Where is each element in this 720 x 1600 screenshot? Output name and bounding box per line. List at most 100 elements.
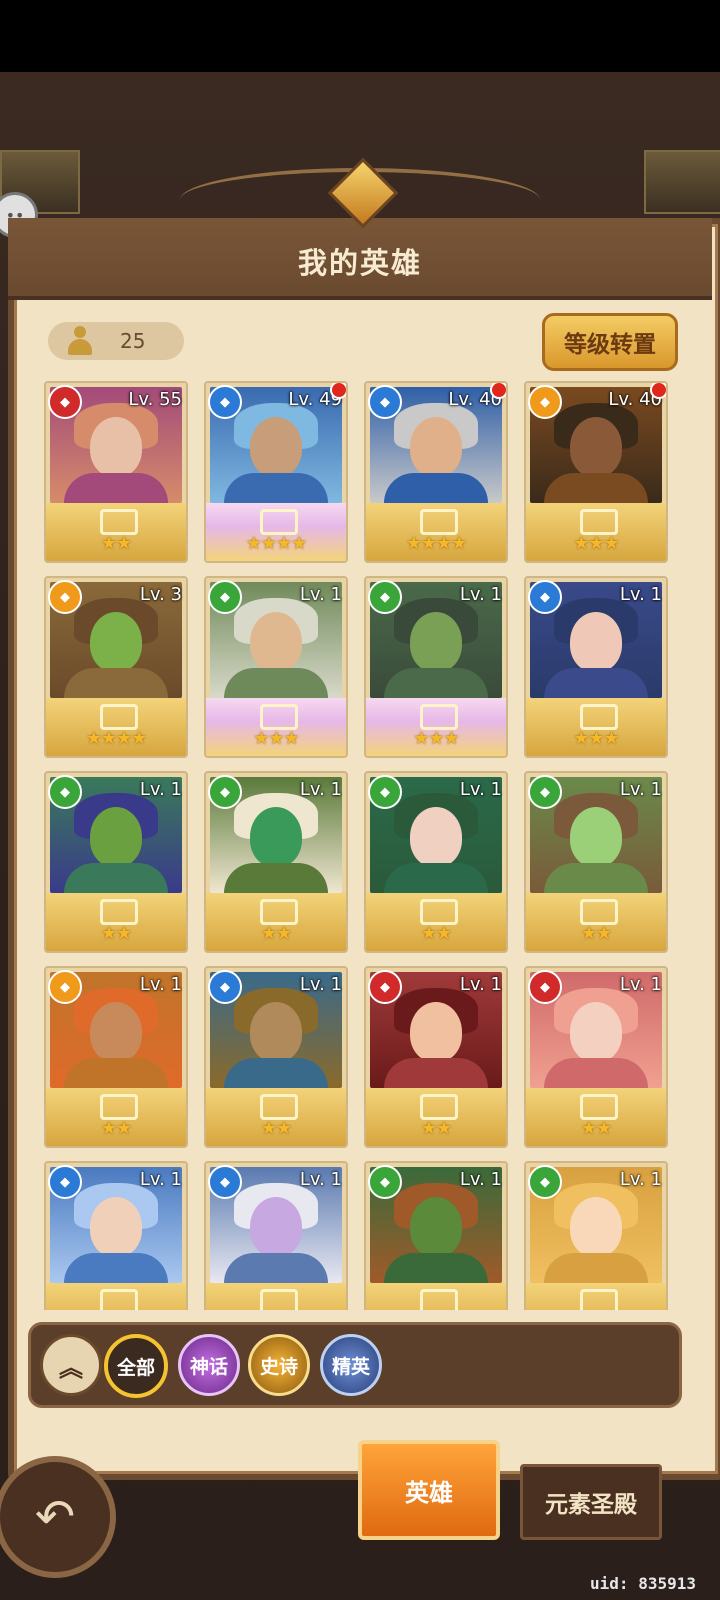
wind-element-icon: ◆ <box>368 1165 402 1199</box>
hero-card[interactable]: ◆ Lv. 1 <box>524 1161 668 1310</box>
rank-emblem-icon <box>100 509 138 535</box>
hero-card[interactable]: ★★ ◆ Lv. 1 <box>524 966 668 1148</box>
hero-count-badge: 25 <box>48 322 184 360</box>
fire-element-icon: ◆ <box>528 970 562 1004</box>
hero-stars: ★★ <box>580 1118 612 1139</box>
rank-emblem-icon <box>100 899 138 925</box>
hero-card[interactable]: ★★ ◆ Lv. 1 <box>204 771 348 953</box>
wind-element-icon: ◆ <box>208 580 242 614</box>
hero-card[interactable]: ★★★ ◆ Lv. 1 <box>524 576 668 758</box>
hero-card[interactable]: ◆ Lv. 1 <box>364 1161 508 1310</box>
rank-emblem-icon <box>420 1289 458 1310</box>
light-element-icon: ◆ <box>48 970 82 1004</box>
hero-card[interactable]: ★★★ ◆ Lv. 40 <box>524 381 668 563</box>
filter-elite-button[interactable]: 精英 <box>320 1334 382 1396</box>
rank-emblem-icon <box>420 1094 458 1120</box>
hero-stars: ★★ <box>580 923 612 944</box>
rank-emblem-icon <box>100 1289 138 1310</box>
rank-emblem-icon <box>420 704 458 730</box>
hero-card[interactable]: ★★ ◆ Lv. 1 <box>204 966 348 1148</box>
hero-stars: ★★ <box>260 923 292 944</box>
rank-emblem-icon <box>100 1094 138 1120</box>
right-pillar-decoration <box>644 150 720 214</box>
rank-emblem-icon <box>260 899 298 925</box>
rank-emblem-icon <box>580 899 618 925</box>
hero-stars: ★★ <box>420 923 452 944</box>
filter-epic-button[interactable]: 史诗 <box>248 1334 310 1396</box>
hero-level: Lv. 1 <box>299 1169 342 1190</box>
hero-card[interactable]: ◆ Lv. 1 <box>204 1161 348 1310</box>
hero-card[interactable]: ★★★★ ◆ Lv. 40 <box>364 381 508 563</box>
hero-stars: ★★★ <box>253 728 299 749</box>
rank-emblem-icon <box>580 1289 618 1310</box>
collapse-icon[interactable]: ︽ <box>40 1334 102 1396</box>
page-title: 我的英雄 <box>297 246 422 280</box>
status-bar <box>0 0 720 72</box>
rank-emblem-icon <box>260 1289 298 1310</box>
hero-stars: ★★★ <box>573 533 619 554</box>
fire-element-icon: ◆ <box>368 970 402 1004</box>
rank-emblem-icon <box>420 509 458 535</box>
hero-stars: ★★ <box>100 923 132 944</box>
user-id-label: uid: 835913 <box>590 1574 696 1593</box>
hero-card[interactable]: ◆ Lv. 1 <box>44 1161 188 1310</box>
light-element-icon: ◆ <box>48 580 82 614</box>
hero-stars: ★★★ <box>573 728 619 749</box>
water-element-icon: ◆ <box>48 1165 82 1199</box>
hero-level: Lv. 1 <box>139 779 182 800</box>
fire-element-icon: ◆ <box>48 385 82 419</box>
hero-card[interactable]: ★★★★ ◆ Lv. 3 <box>44 576 188 758</box>
light-element-icon: ◆ <box>528 385 562 419</box>
rank-emblem-icon <box>100 704 138 730</box>
hero-stars: ★★★★ <box>405 533 468 554</box>
person-icon <box>66 326 94 356</box>
rank-emblem-icon <box>260 1094 298 1120</box>
wind-element-icon: ◆ <box>48 775 82 809</box>
hero-level: Lv. 1 <box>459 779 502 800</box>
hero-level: Lv. 1 <box>619 1169 662 1190</box>
notification-dot <box>650 383 666 399</box>
hero-card[interactable]: ★★★ ◆ Lv. 1 <box>364 576 508 758</box>
hero-level: Lv. 55 <box>128 389 182 410</box>
water-element-icon: ◆ <box>368 385 402 419</box>
level-reset-button[interactable]: 等级转置 <box>542 313 678 371</box>
hero-card[interactable]: ★★ ◆ Lv. 1 <box>44 966 188 1148</box>
hero-card[interactable]: ★★ ◆ Lv. 1 <box>364 966 508 1148</box>
tab-element-temple[interactable]: 元素圣殿 <box>520 1464 662 1540</box>
wind-element-icon: ◆ <box>208 775 242 809</box>
hero-card[interactable]: ★★★ ◆ Lv. 1 <box>204 576 348 758</box>
hero-stars: ★★★★ <box>85 728 148 749</box>
hero-stars: ★★★ <box>413 728 459 749</box>
notification-dot <box>330 383 346 399</box>
hero-level: Lv. 1 <box>619 779 662 800</box>
hero-card[interactable]: ★★ ◆ Lv. 55 <box>44 381 188 563</box>
filter-mythic-button[interactable]: 神话 <box>178 1334 240 1396</box>
water-element-icon: ◆ <box>208 385 242 419</box>
water-element-icon: ◆ <box>208 1165 242 1199</box>
wind-element-icon: ◆ <box>528 775 562 809</box>
hero-card[interactable]: ★★★★ ◆ Lv. 49 <box>204 381 348 563</box>
hero-level: Lv. 1 <box>619 974 662 995</box>
hero-level: Lv. 1 <box>139 974 182 995</box>
hero-level: Lv. 1 <box>459 974 502 995</box>
rank-emblem-icon <box>580 704 618 730</box>
hero-stars: ★★ <box>420 1118 452 1139</box>
hero-level: Lv. 1 <box>299 779 342 800</box>
notification-dot <box>490 383 506 399</box>
water-element-icon: ◆ <box>528 580 562 614</box>
hero-level: Lv. 1 <box>619 584 662 605</box>
rank-emblem-icon <box>420 899 458 925</box>
hero-level: Lv. 1 <box>459 584 502 605</box>
hero-card[interactable]: ★★ ◆ Lv. 1 <box>44 771 188 953</box>
rank-emblem-icon <box>260 509 298 535</box>
filter-all-button[interactable]: 全部 <box>104 1334 168 1398</box>
hero-card[interactable]: ★★ ◆ Lv. 1 <box>364 771 508 953</box>
wind-element-icon: ◆ <box>368 775 402 809</box>
wind-element-icon: ◆ <box>368 580 402 614</box>
water-element-icon: ◆ <box>208 970 242 1004</box>
wind-element-icon: ◆ <box>528 1165 562 1199</box>
hero-card[interactable]: ★★ ◆ Lv. 1 <box>524 771 668 953</box>
tab-hero[interactable]: 英雄 <box>358 1440 500 1540</box>
hero-stars: ★★★★ <box>245 533 308 554</box>
hero-grid: ★★ ◆ Lv. 55 ★★★★ ◆ Lv. 49 ★★★★ ◆ Lv. 40 ★★★ ◆ Lv. 4… <box>40 375 670 1310</box>
